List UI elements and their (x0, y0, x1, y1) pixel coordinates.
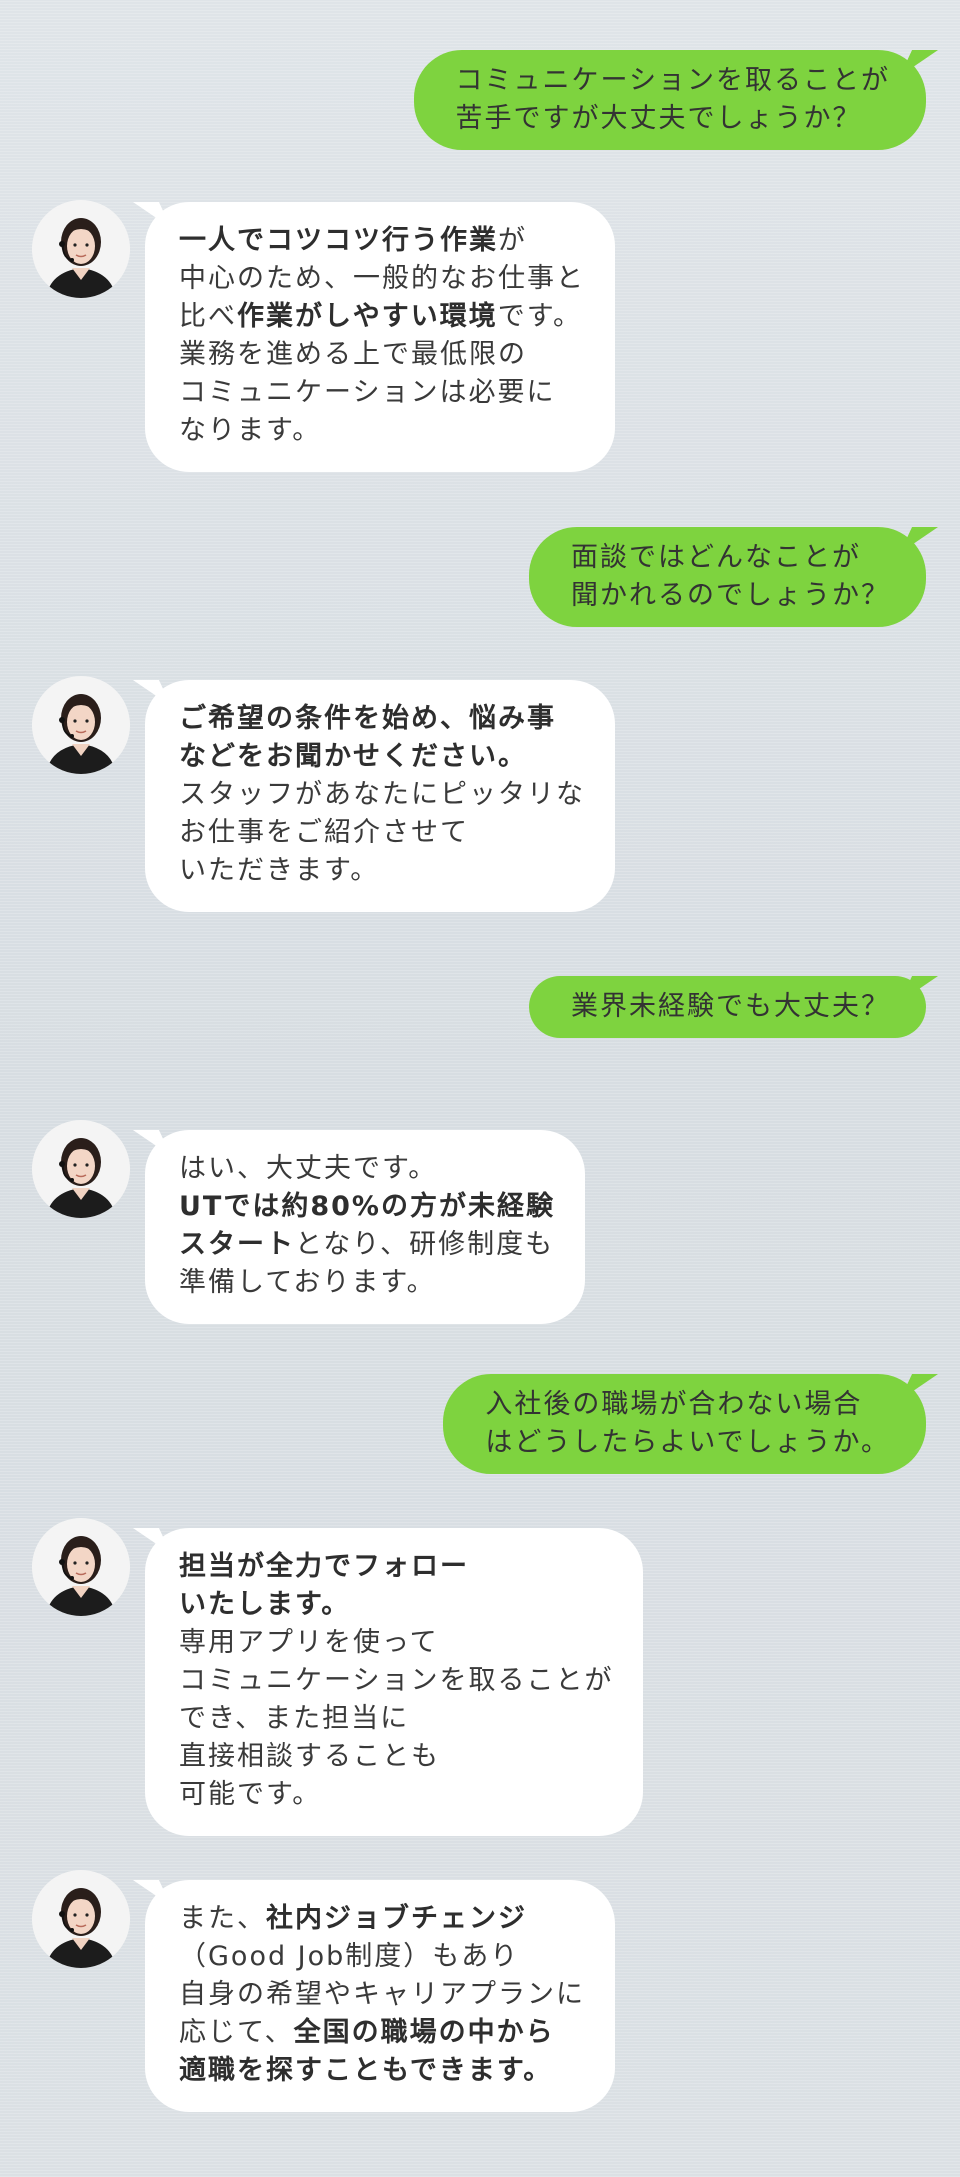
staff-bubble: 一人でコツコツ行う作業が 中心のため、一般的なお仕事と 比べ作業がしやすい環境で… (145, 202, 615, 472)
operator-avatar (32, 676, 130, 774)
message-line: 苦手ですが大丈夫でしょうか？ (455, 103, 862, 134)
message-line: 担当が全力でフォロー (179, 1551, 469, 1582)
operator-avatar-icon (32, 1518, 130, 1616)
user-message: 面談ではどんなことが 聞かれるのでしょうか？ (0, 527, 960, 627)
staff-message: 一人でコツコツ行う作業が 中心のため、一般的なお仕事と 比べ作業がしやすい環境で… (0, 200, 960, 475)
user-message: 入社後の職場が合わない場合 はどうしたらよいでしょうか。 (0, 1374, 960, 1474)
message-line: なります。 (179, 415, 322, 446)
message-line: 比べ作業がしやすい環境です。 (179, 301, 583, 332)
user-bubble: 業界未経験でも大丈夫？ (529, 976, 926, 1038)
message-line: 応じて、全国の職場の中から (179, 2017, 555, 2048)
operator-avatar-icon (32, 1870, 130, 1968)
staff-bubble: はい、大丈夫です。 UTでは約80%の方が未経験 スタートとなり、研修制度も 準… (145, 1130, 585, 1324)
message-line: ご希望の条件を始め、悩み事 (179, 703, 556, 734)
operator-avatar-icon (32, 200, 130, 298)
chat-thread: コミュニケーションを取ることが 苦手ですが大丈夫でしょうか？ 一人でコツコツ行う… (0, 0, 960, 2177)
staff-message: はい、大丈夫です。 UTでは約80%の方が未経験 スタートとなり、研修制度も 準… (0, 1120, 960, 1330)
message-line: 中心のため、一般的なお仕事と (179, 263, 585, 294)
operator-avatar (32, 1870, 130, 1968)
message-line: 業務を進める上で最低限の (179, 339, 527, 370)
message-line: 一人でコツコツ行う作業が (179, 225, 527, 256)
user-bubble: 面談ではどんなことが 聞かれるのでしょうか？ (529, 527, 926, 627)
message-line: 入社後の職場が合わない場合 (485, 1389, 863, 1420)
operator-avatar (32, 1518, 130, 1616)
message-line: UTでは約80%の方が未経験 (179, 1191, 555, 1222)
message-line: 直接相談することも (179, 1741, 440, 1772)
operator-avatar-icon (32, 1120, 130, 1218)
message-line: 適職を探すこともできます。 (179, 2055, 553, 2086)
user-bubble: 入社後の職場が合わない場合 はどうしたらよいでしょうか。 (443, 1374, 926, 1474)
message-line: はい、大丈夫です。 (179, 1153, 438, 1184)
staff-message: また、社内ジョブチェンジ （Good Job制度）もあり 自身の希望やキャリアプ… (0, 1870, 960, 2120)
message-line: いただきます。 (179, 855, 380, 886)
message-line: 業界未経験でも大丈夫？ (571, 991, 890, 1022)
message-line: 専用アプリを使って (179, 1627, 439, 1658)
staff-bubble: 担当が全力でフォロー いたします。 専用アプリを使って コミュニケーションを取る… (145, 1528, 644, 1836)
message-line: いたします。 (179, 1589, 351, 1620)
message-line: 可能です。 (179, 1779, 322, 1810)
user-message: コミュニケーションを取ることが 苦手ですが大丈夫でしょうか？ (0, 50, 960, 150)
operator-avatar-icon (32, 676, 130, 774)
message-line: スタッフがあなたにピッタリな (179, 779, 585, 810)
message-line: 自身の希望やキャリアプランに (179, 1979, 585, 2010)
staff-message: ご希望の条件を始め、悩み事 などをお聞かせください。 スタッフがあなたにピッタリ… (0, 676, 960, 916)
operator-avatar (32, 200, 130, 298)
message-line: コミュニケーションを取ることが (179, 1665, 614, 1696)
staff-message: 担当が全力でフォロー いたします。 専用アプリを使って コミュニケーションを取る… (0, 1518, 960, 1838)
message-line: コミュニケーションは必要に (179, 377, 556, 408)
user-bubble: コミュニケーションを取ることが 苦手ですが大丈夫でしょうか？ (413, 50, 926, 150)
message-line: 聞かれるのでしょうか？ (571, 580, 890, 611)
staff-bubble: また、社内ジョブチェンジ （Good Job制度）もあり 自身の希望やキャリアプ… (145, 1880, 615, 2112)
message-line: コミュニケーションを取ることが (455, 65, 890, 96)
message-line: はどうしたらよいでしょうか。 (485, 1427, 890, 1458)
user-message: 業界未経験でも大丈夫？ (0, 976, 960, 1076)
message-line: でき、また担当に (179, 1703, 410, 1734)
message-line: また、社内ジョブチェンジ (179, 1903, 527, 1934)
message-line: などをお聞かせください。 (179, 741, 527, 772)
message-line: （Good Job制度）もあり (179, 1941, 520, 1972)
operator-avatar (32, 1120, 130, 1218)
message-line: 面談ではどんなことが (571, 542, 861, 573)
staff-bubble: ご希望の条件を始め、悩み事 などをお聞かせください。 スタッフがあなたにピッタリ… (145, 680, 615, 912)
message-line: お仕事をご紹介させて (179, 817, 469, 848)
message-line: 準備しております。 (179, 1267, 436, 1298)
message-line: スタートとなり、研修制度も (179, 1229, 555, 1260)
